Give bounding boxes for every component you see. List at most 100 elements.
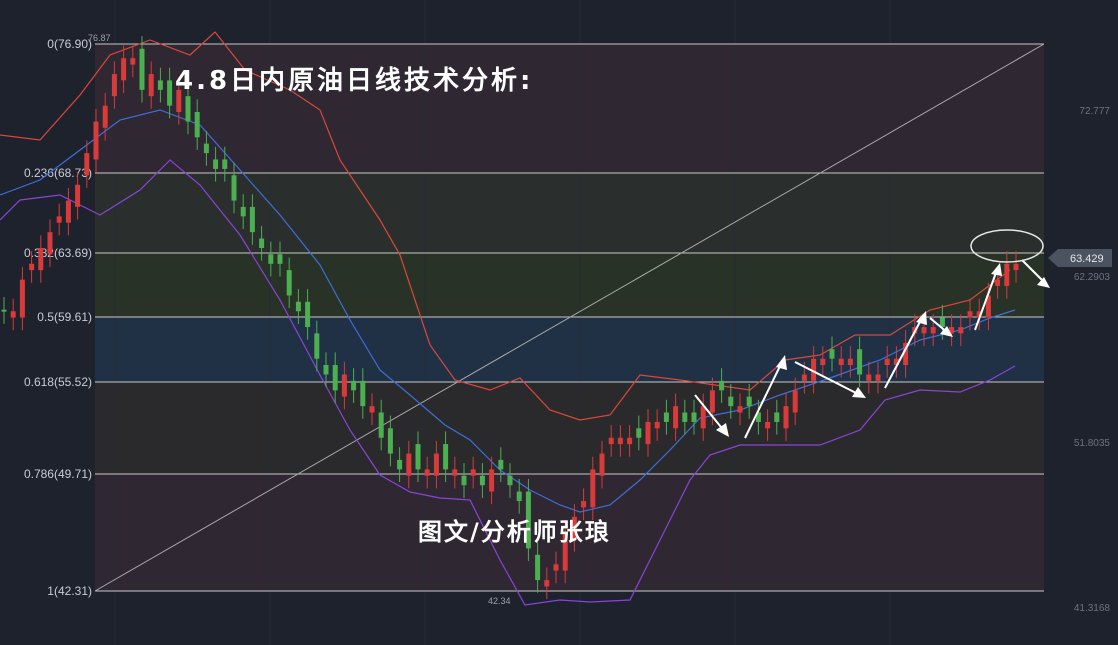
candle-body [801, 374, 807, 381]
candle-body [84, 153, 90, 176]
candle-body [590, 469, 596, 508]
candle-body [167, 80, 173, 106]
candle-body [967, 311, 973, 318]
candle-body [157, 80, 163, 90]
candle-body [102, 105, 108, 128]
fib-label-0: 0(76.90) [47, 37, 92, 51]
candle-body [838, 358, 844, 366]
price-chart: 0(76.90) 0.236(68.73) 0.382(63.69) 0.5(5… [0, 0, 1112, 645]
chart-root: 0(76.90) 0.236(68.73) 0.382(63.69) 0.5(5… [0, 0, 1118, 645]
candle-body [875, 374, 881, 381]
candle-body [479, 475, 485, 486]
candle-body [792, 390, 798, 413]
zone-0-236 [95, 44, 1044, 173]
candle-body [489, 469, 495, 492]
candle-body [507, 475, 513, 486]
candle-body [452, 469, 458, 476]
candle-body [645, 421, 651, 445]
candle-body [1004, 263, 1010, 286]
candle-body [360, 380, 366, 407]
candle-body [19, 279, 25, 318]
candle-body [921, 327, 927, 334]
candle-body [847, 358, 853, 366]
fib-label-0236: 0.236(68.73) [24, 166, 92, 180]
candle-body [111, 74, 117, 97]
candle-body [286, 270, 292, 296]
zone-236-382 [95, 173, 1044, 253]
candle-body [93, 121, 99, 160]
candle-body [746, 396, 752, 407]
candle-body [213, 159, 219, 169]
candle-body [351, 380, 357, 391]
candle-body [884, 358, 890, 366]
candle-body [323, 365, 329, 375]
candle-body [719, 380, 725, 391]
candle-body [1, 309, 7, 312]
candle-body [663, 412, 669, 422]
candle-body [305, 301, 311, 328]
candle-body [259, 238, 265, 248]
candle-body [203, 143, 209, 154]
candle-body [397, 459, 403, 470]
candle-body [636, 428, 642, 438]
right-axis-label-bottom: 41.3168 [1074, 603, 1111, 614]
candle-body [10, 311, 16, 318]
candle-body [599, 453, 605, 476]
high-mark-label: 76.87 [88, 33, 111, 43]
candle-body [516, 491, 522, 502]
candle-body [139, 48, 145, 90]
candle-body [1013, 263, 1019, 271]
candle-body [544, 580, 550, 587]
candle-body [709, 390, 715, 413]
candle-body [691, 412, 697, 422]
fib-label-1: 1(42.31) [47, 584, 92, 598]
candle-body [581, 501, 587, 508]
candle-body [47, 232, 53, 255]
candle-body [295, 301, 301, 312]
candle-body [185, 96, 191, 122]
current-price-tag: 63.429 [1048, 249, 1112, 267]
candle-body [433, 453, 439, 476]
candle-body [387, 428, 393, 454]
candle-body [406, 453, 412, 476]
candle-body [461, 475, 467, 486]
candle-body [829, 349, 835, 359]
right-axis-label-mid: 51.8035 [1074, 438, 1111, 449]
candle-body [820, 358, 826, 366]
candle-body [728, 396, 734, 407]
current-price-label: 63.429 [1070, 253, 1104, 265]
candle-body [654, 421, 660, 429]
candle-body [56, 216, 62, 223]
candle-body [930, 327, 936, 334]
candle-body [498, 459, 504, 470]
candle-body [38, 247, 44, 271]
candle-body [774, 412, 780, 422]
candle-body [121, 58, 127, 81]
candle-body [369, 406, 375, 413]
secondary-price-label: 62.2903 [1074, 272, 1111, 283]
fib-labels: 0(76.90) 0.236(68.73) 0.382(63.69) 0.5(5… [24, 37, 92, 598]
fib-label-05: 0.5(59.61) [37, 310, 92, 324]
candle-body [470, 469, 476, 476]
candle-body [627, 437, 633, 445]
candle-body [424, 469, 430, 476]
candle-body [378, 412, 384, 438]
right-axis: 72.777 51.8035 41.3168 62.2903 [1074, 106, 1111, 614]
candle-body [737, 406, 743, 413]
candle-body [314, 333, 320, 359]
candle-body [700, 406, 706, 429]
candle-body [231, 175, 237, 201]
candle-body [617, 437, 623, 445]
low-mark-label: 42.34 [488, 596, 511, 606]
candle-body [535, 554, 541, 581]
candle-body [194, 111, 200, 138]
candle-body [332, 365, 338, 391]
candle-body [341, 374, 347, 397]
candle-body [608, 437, 614, 445]
candle-body [277, 254, 283, 264]
candle-body [857, 349, 863, 375]
candle-body [29, 263, 35, 271]
candle-body [682, 412, 688, 422]
fib-label-0786: 0.786(49.71) [24, 467, 92, 481]
zone-382-5 [95, 253, 1044, 317]
